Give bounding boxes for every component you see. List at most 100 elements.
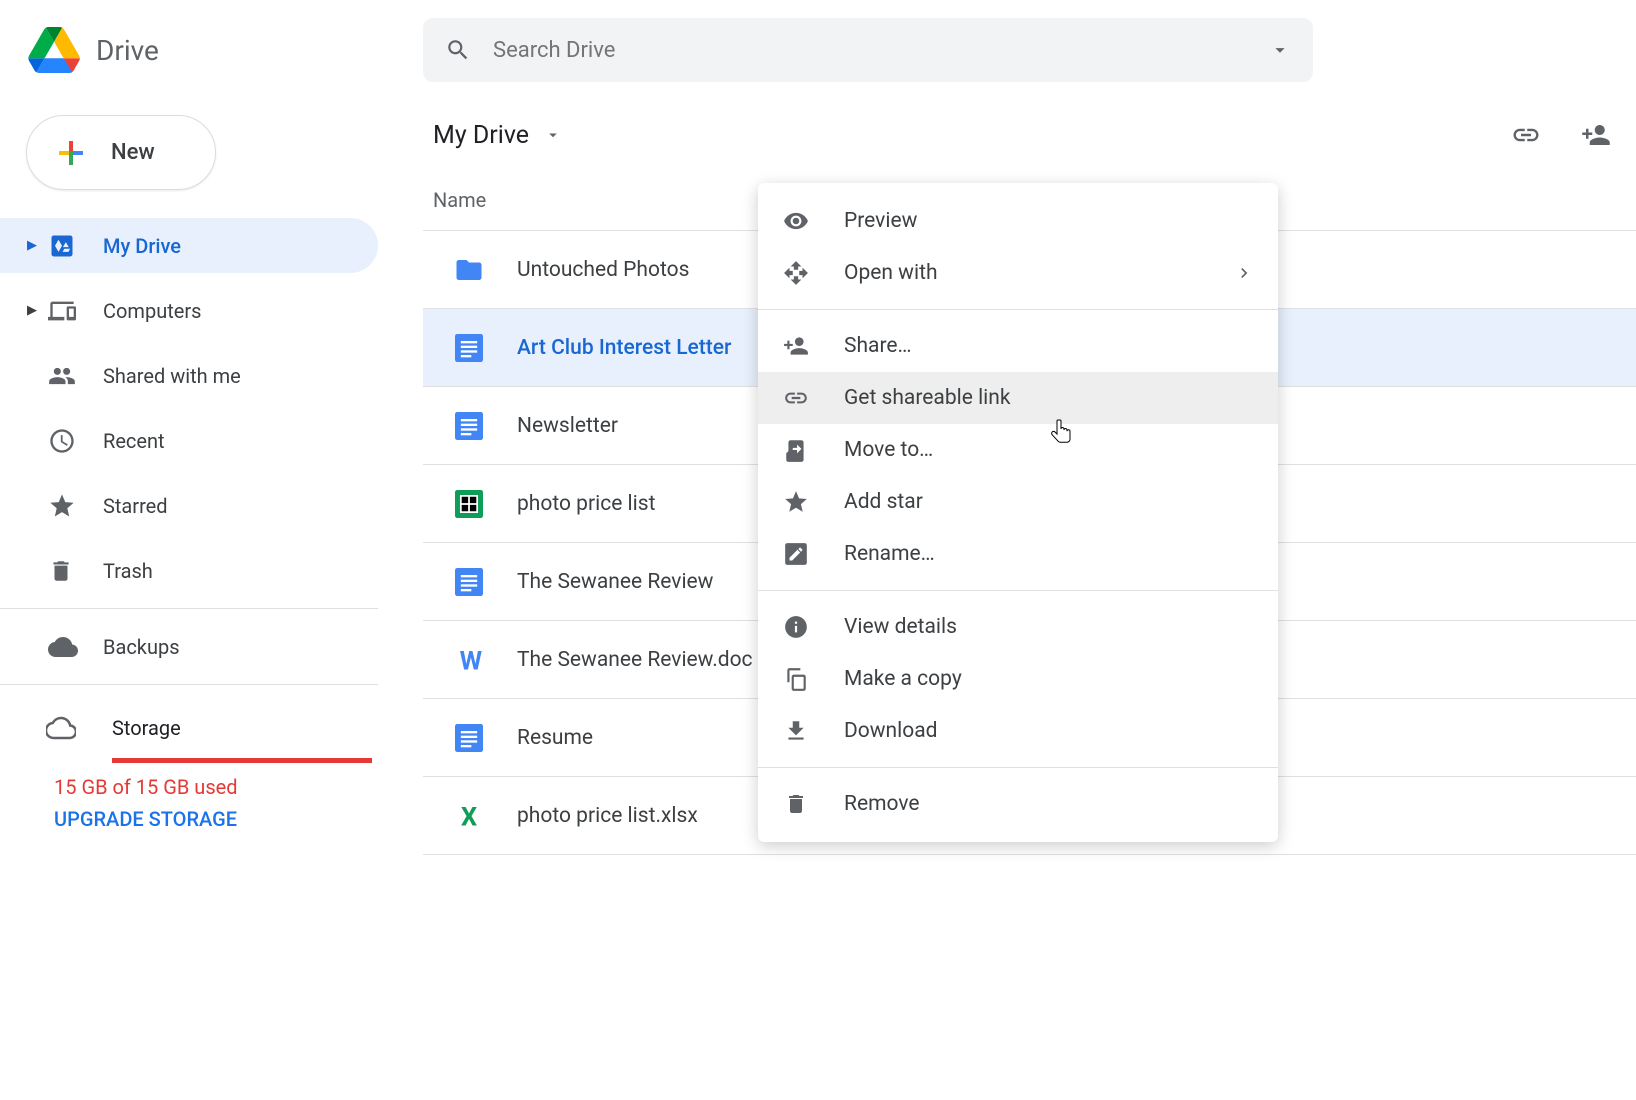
- sidebar-item-label: Shared with me: [103, 364, 241, 388]
- folder-icon: [453, 255, 485, 285]
- excel-icon: X: [453, 802, 485, 830]
- ctx-move-to[interactable]: Move to…: [758, 424, 1278, 476]
- ctx-label: Remove: [844, 792, 920, 816]
- copy-icon: [783, 666, 809, 692]
- logo-area[interactable]: Drive: [28, 27, 423, 73]
- people-icon: [48, 362, 76, 390]
- breadcrumb-label: My Drive: [433, 121, 529, 150]
- drive-box-icon: [48, 232, 76, 260]
- svg-text:W: W: [460, 646, 483, 674]
- ctx-label: Open with: [844, 261, 938, 285]
- eye-icon: [783, 208, 809, 234]
- cloud-outline-icon: [46, 713, 76, 743]
- file-name: Resume: [517, 726, 593, 750]
- download-icon: [783, 718, 809, 744]
- sidebar-item-recent[interactable]: Recent: [0, 413, 378, 468]
- new-button[interactable]: New: [26, 115, 216, 190]
- search-icon: [445, 37, 471, 63]
- file-name: Newsletter: [517, 414, 618, 438]
- app-name: Drive: [96, 34, 159, 67]
- storage-label: Storage: [112, 716, 181, 740]
- ctx-remove[interactable]: Remove: [758, 778, 1278, 830]
- ctx-label: Get shareable link: [844, 386, 1011, 410]
- context-menu: Preview Open with Share… Get shareable l…: [758, 183, 1278, 842]
- doc-icon: [453, 412, 485, 440]
- sidebar-item-starred[interactable]: Starred: [0, 478, 378, 533]
- breadcrumb[interactable]: My Drive: [433, 121, 562, 150]
- drive-logo-icon: [28, 27, 80, 73]
- ctx-open-with[interactable]: Open with: [758, 247, 1278, 299]
- file-name: The Sewanee Review.doc: [517, 648, 753, 672]
- link-icon[interactable]: [1511, 120, 1541, 150]
- sidebar-item-shared[interactable]: Shared with me: [0, 348, 378, 403]
- open-with-icon: [783, 260, 809, 286]
- ctx-label: Add star: [844, 490, 923, 514]
- file-name: Art Club Interest Letter: [517, 336, 731, 360]
- toolbar: [1511, 120, 1626, 150]
- svg-text:X: X: [461, 802, 478, 830]
- word-icon: W: [453, 646, 485, 674]
- ctx-rename[interactable]: Rename…: [758, 528, 1278, 580]
- ctx-label: Make a copy: [844, 667, 962, 691]
- sidebar-item-storage[interactable]: Storage: [0, 713, 378, 743]
- folder-move-icon: [783, 437, 809, 463]
- dropdown-icon[interactable]: [544, 126, 562, 144]
- sidebar-item-label: Trash: [103, 559, 153, 583]
- edit-icon: [783, 541, 809, 567]
- trash-icon: [784, 792, 808, 816]
- doc-icon: [453, 724, 485, 752]
- person-add-icon: [783, 333, 809, 359]
- info-icon: [783, 614, 809, 640]
- ctx-preview[interactable]: Preview: [758, 195, 1278, 247]
- storage-block: Storage 15 GB of 15 GB used UPGRADE STOR…: [0, 695, 378, 831]
- sidebar-item-backups[interactable]: Backups: [0, 619, 378, 674]
- sidebar-item-label: Computers: [103, 299, 201, 323]
- computers-icon: [48, 297, 76, 325]
- ctx-label: Share…: [844, 334, 912, 358]
- star-icon: [48, 492, 76, 520]
- ctx-view-details[interactable]: View details: [758, 601, 1278, 653]
- header: Drive: [0, 0, 1636, 100]
- ctx-get-link[interactable]: Get shareable link: [758, 372, 1278, 424]
- file-name: photo price list.xlsx: [517, 804, 698, 828]
- search-bar[interactable]: [423, 18, 1313, 82]
- sidebar-item-computers[interactable]: ▶ Computers: [0, 283, 378, 338]
- trash-icon: [48, 558, 74, 584]
- clock-icon: [48, 427, 76, 455]
- ctx-label: Move to…: [844, 438, 933, 462]
- link-icon: [783, 385, 809, 411]
- ctx-add-star[interactable]: Add star: [758, 476, 1278, 528]
- person-add-icon[interactable]: [1581, 120, 1611, 150]
- storage-used-text: 15 GB of 15 GB used: [54, 775, 378, 799]
- file-name: photo price list: [517, 492, 655, 516]
- ctx-label: Preview: [844, 209, 917, 233]
- doc-icon: [453, 334, 485, 362]
- sidebar-item-label: Recent: [103, 429, 165, 453]
- nav-list: ▶ My Drive ▶ Computers Shared with me Re…: [0, 218, 378, 598]
- ctx-make-copy[interactable]: Make a copy: [758, 653, 1278, 705]
- search-input[interactable]: [493, 38, 1269, 63]
- sidebar-item-my-drive[interactable]: ▶ My Drive: [0, 218, 378, 273]
- file-name: The Sewanee Review: [517, 570, 713, 594]
- sidebar-item-label: My Drive: [103, 234, 181, 258]
- upgrade-storage-link[interactable]: UPGRADE STORAGE: [54, 807, 378, 831]
- dropdown-icon[interactable]: [1269, 39, 1291, 61]
- expand-icon[interactable]: ▶: [26, 303, 38, 318]
- storage-meter: [112, 758, 372, 763]
- cloud-icon: [48, 632, 78, 662]
- sidebar-item-label: Starred: [103, 494, 168, 518]
- file-name: Untouched Photos: [517, 258, 689, 282]
- sidebar-item-label: Backups: [103, 635, 180, 659]
- sidebar: New ▶ My Drive ▶ Computers Shared with m…: [0, 100, 378, 831]
- plus-icon: [53, 135, 89, 171]
- breadcrumb-row: My Drive: [423, 100, 1636, 170]
- sidebar-item-trash[interactable]: Trash: [0, 543, 378, 598]
- ctx-label: Rename…: [844, 542, 935, 566]
- sheet-icon: [453, 490, 485, 518]
- new-button-label: New: [111, 140, 155, 165]
- ctx-share[interactable]: Share…: [758, 320, 1278, 372]
- chevron-right-icon: [1234, 263, 1254, 283]
- expand-icon[interactable]: ▶: [26, 238, 38, 253]
- star-icon: [783, 489, 809, 515]
- ctx-download[interactable]: Download: [758, 705, 1278, 757]
